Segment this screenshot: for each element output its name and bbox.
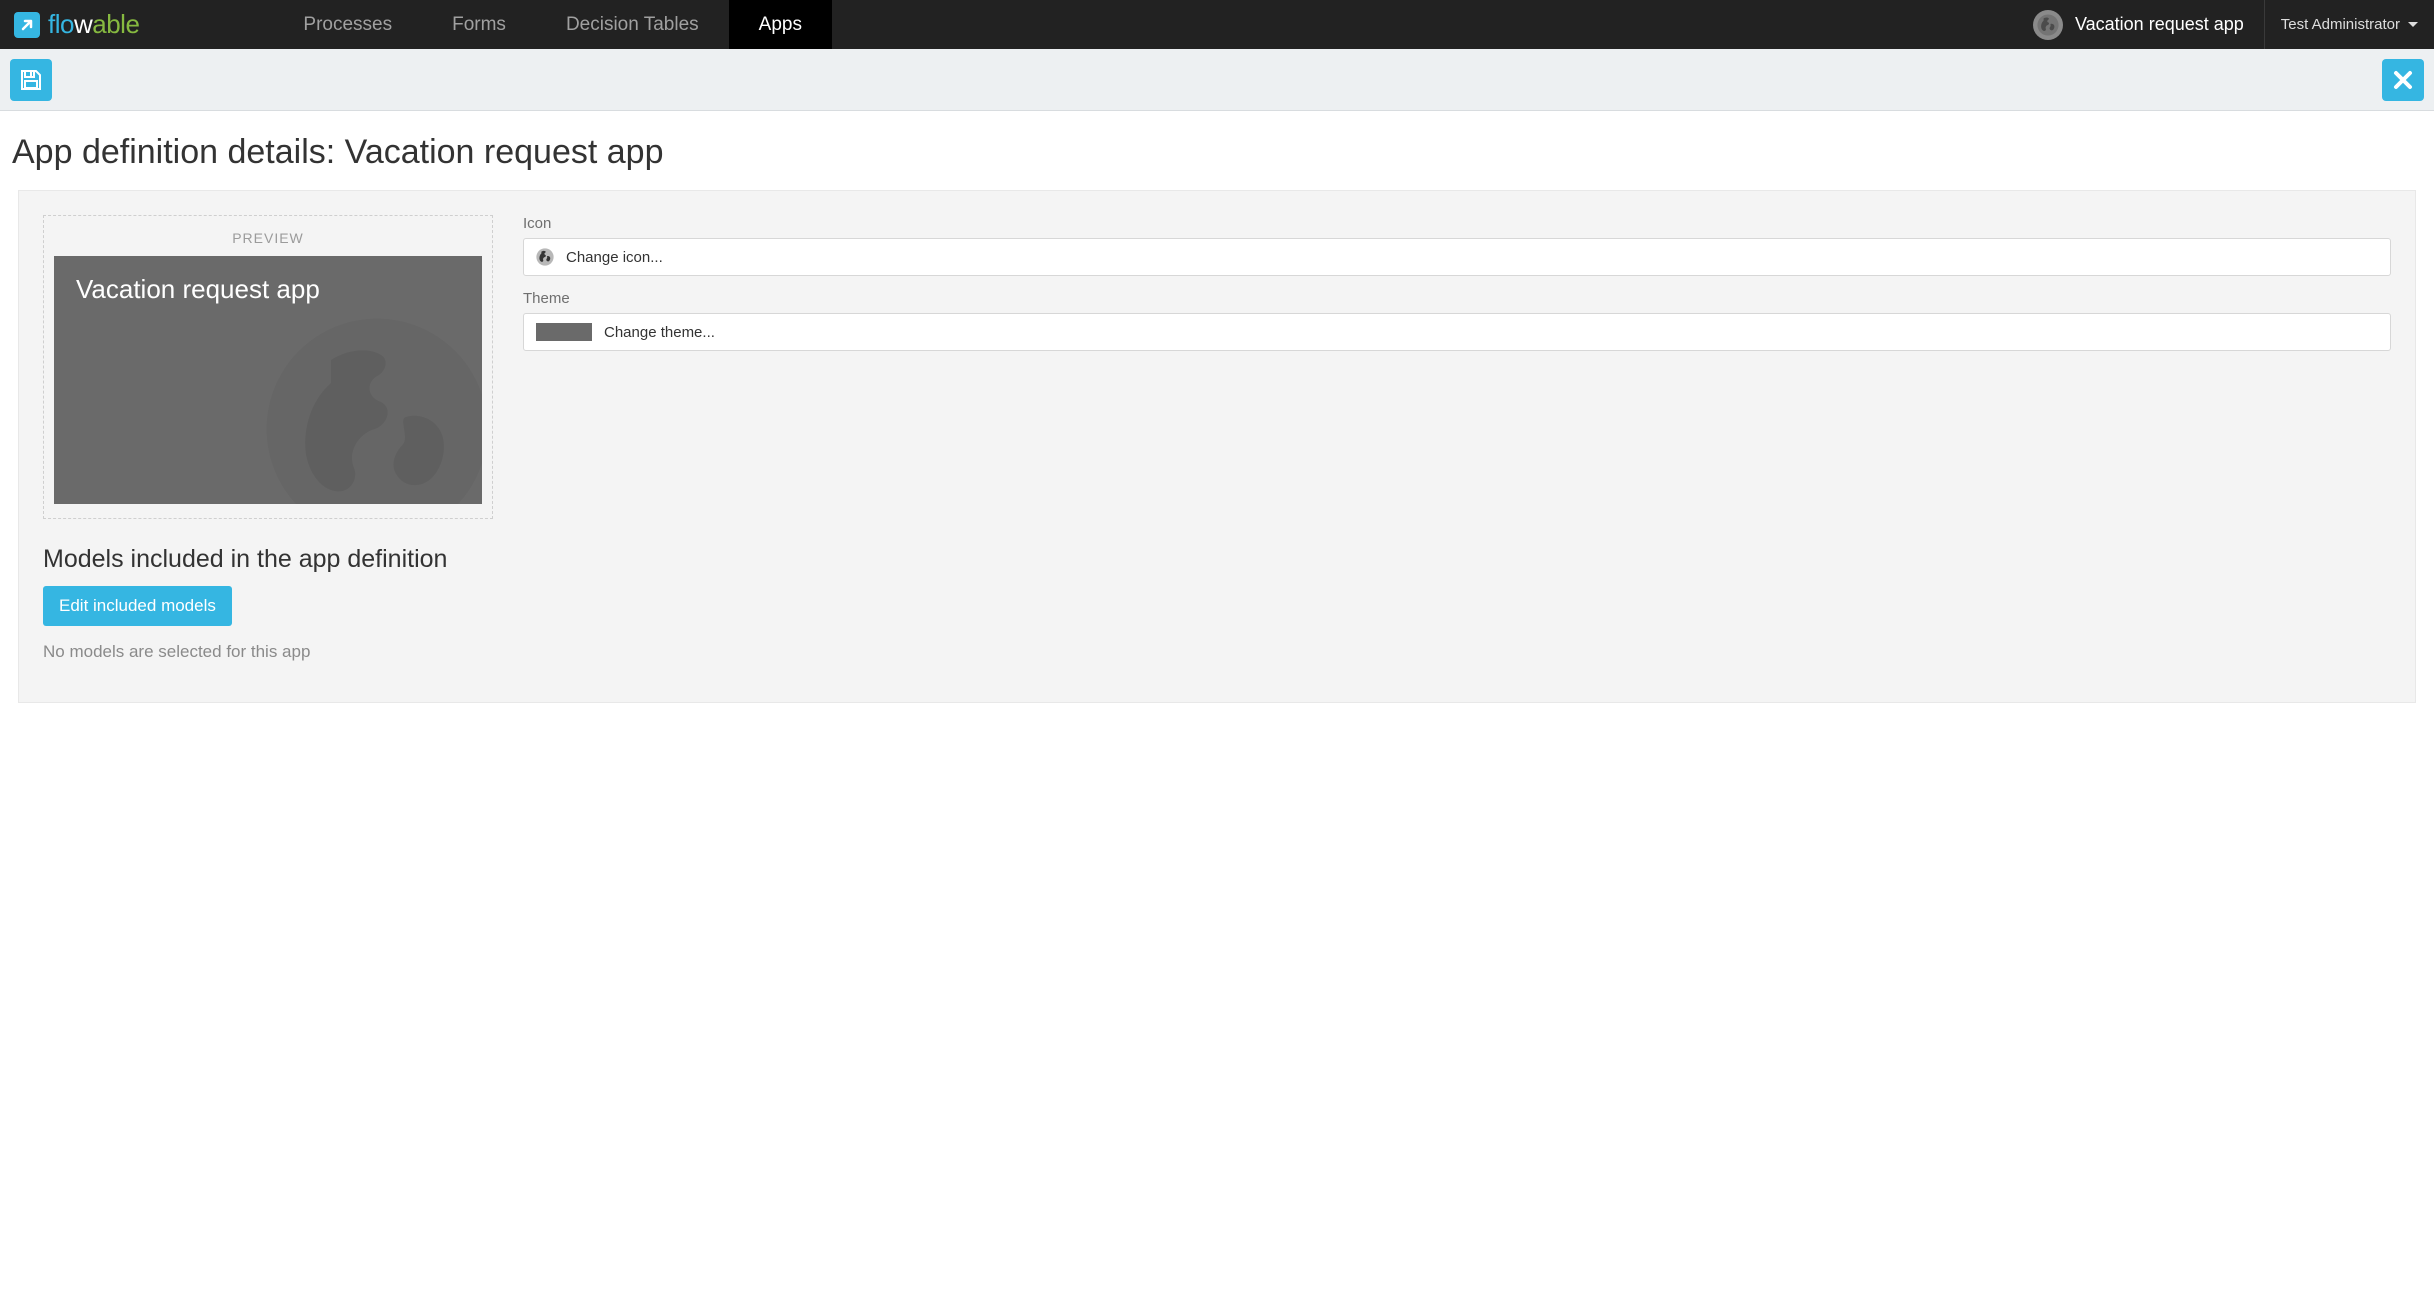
preview-area: PREVIEW Vacation request app bbox=[43, 215, 493, 519]
edit-included-models-button[interactable]: Edit included models bbox=[43, 586, 232, 626]
theme-label: Theme bbox=[523, 290, 2391, 307]
details-panel: PREVIEW Vacation request app Icon Change… bbox=[18, 190, 2416, 703]
theme-swatch bbox=[536, 323, 592, 341]
brand-mark-icon bbox=[14, 12, 40, 38]
change-theme-label: Change theme... bbox=[604, 324, 715, 341]
floppy-icon bbox=[19, 68, 43, 92]
brand-logo[interactable]: flowable bbox=[0, 0, 153, 49]
nav-tab-forms[interactable]: Forms bbox=[422, 0, 536, 49]
close-icon bbox=[2391, 68, 2415, 92]
preview-label: PREVIEW bbox=[54, 226, 482, 256]
user-menu[interactable]: Test Administrator bbox=[2264, 0, 2434, 49]
models-heading: Models included in the app definition bbox=[43, 545, 2391, 574]
icon-label: Icon bbox=[523, 215, 2391, 232]
chevron-down-icon bbox=[2406, 16, 2418, 33]
action-toolbar bbox=[0, 49, 2434, 111]
nav-tab-decision-tables[interactable]: Decision Tables bbox=[536, 0, 729, 49]
globe-icon bbox=[262, 314, 482, 504]
globe-icon bbox=[2033, 10, 2063, 40]
top-navbar: flowable Processes Forms Decision Tables… bbox=[0, 0, 2434, 49]
globe-icon bbox=[536, 248, 554, 266]
close-button[interactable] bbox=[2382, 59, 2424, 101]
nav-tab-apps[interactable]: Apps bbox=[729, 0, 832, 49]
models-section: Models included in the app definition Ed… bbox=[43, 545, 2391, 662]
brand-text: flowable bbox=[48, 9, 139, 40]
change-icon-button[interactable]: Change icon... bbox=[523, 238, 2391, 276]
form-column: Icon Change icon... Theme Change theme..… bbox=[523, 215, 2391, 365]
current-app-name: Vacation request app bbox=[2075, 14, 2244, 35]
save-button[interactable] bbox=[10, 59, 52, 101]
models-empty-text: No models are selected for this app bbox=[43, 642, 2391, 662]
change-icon-label: Change icon... bbox=[566, 249, 663, 266]
current-app-indicator[interactable]: Vacation request app bbox=[2013, 0, 2264, 49]
change-theme-button[interactable]: Change theme... bbox=[523, 313, 2391, 351]
preview-tile: Vacation request app bbox=[54, 256, 482, 504]
page-title: App definition details: Vacation request… bbox=[0, 111, 2434, 190]
user-name: Test Administrator bbox=[2281, 16, 2400, 33]
nav-tabs: Processes Forms Decision Tables Apps bbox=[273, 0, 832, 49]
nav-tab-processes[interactable]: Processes bbox=[273, 0, 422, 49]
preview-tile-title: Vacation request app bbox=[76, 274, 460, 305]
